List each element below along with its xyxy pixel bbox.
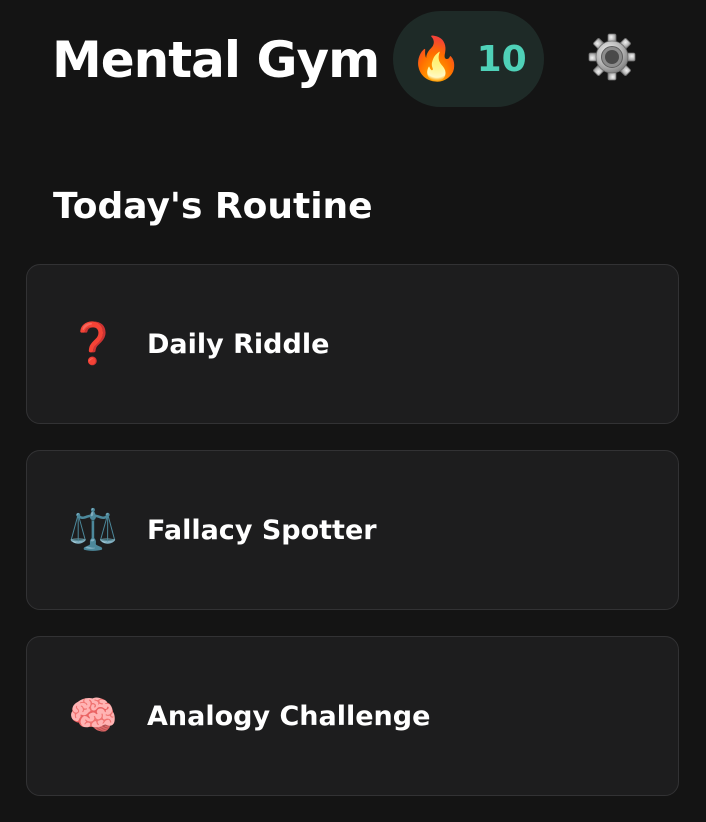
streak-count: 10 (476, 38, 527, 80)
gear-icon (588, 33, 636, 81)
app-title: Mental Gym (52, 30, 380, 89)
mental-gym-screen: Mental Gym 🔥 10 Today's Routine ❓ Daily … (0, 0, 706, 822)
question-mark-icon: ❓ (68, 321, 118, 367)
routine-card-label: Fallacy Spotter (147, 514, 377, 546)
streak-badge[interactable]: 🔥 10 (393, 11, 544, 107)
routine-card-label: Analogy Challenge (147, 700, 431, 732)
routine-card-fallacy-spotter[interactable]: ⚖️ Fallacy Spotter (26, 450, 679, 610)
brain-icon: 🧠 (68, 693, 118, 739)
routine-card-daily-riddle[interactable]: ❓ Daily Riddle (26, 264, 679, 424)
fire-icon: 🔥 (410, 34, 463, 83)
routine-list: ❓ Daily Riddle ⚖️ Fallacy Spotter 🧠 Anal… (26, 264, 679, 822)
settings-button[interactable] (585, 30, 639, 84)
routine-card-analogy-challenge[interactable]: 🧠 Analogy Challenge (26, 636, 679, 796)
app-header: Mental Gym (52, 12, 380, 107)
balance-scale-icon: ⚖️ (68, 507, 118, 553)
section-title: Today's Routine (53, 186, 373, 227)
routine-card-label: Daily Riddle (147, 328, 330, 360)
